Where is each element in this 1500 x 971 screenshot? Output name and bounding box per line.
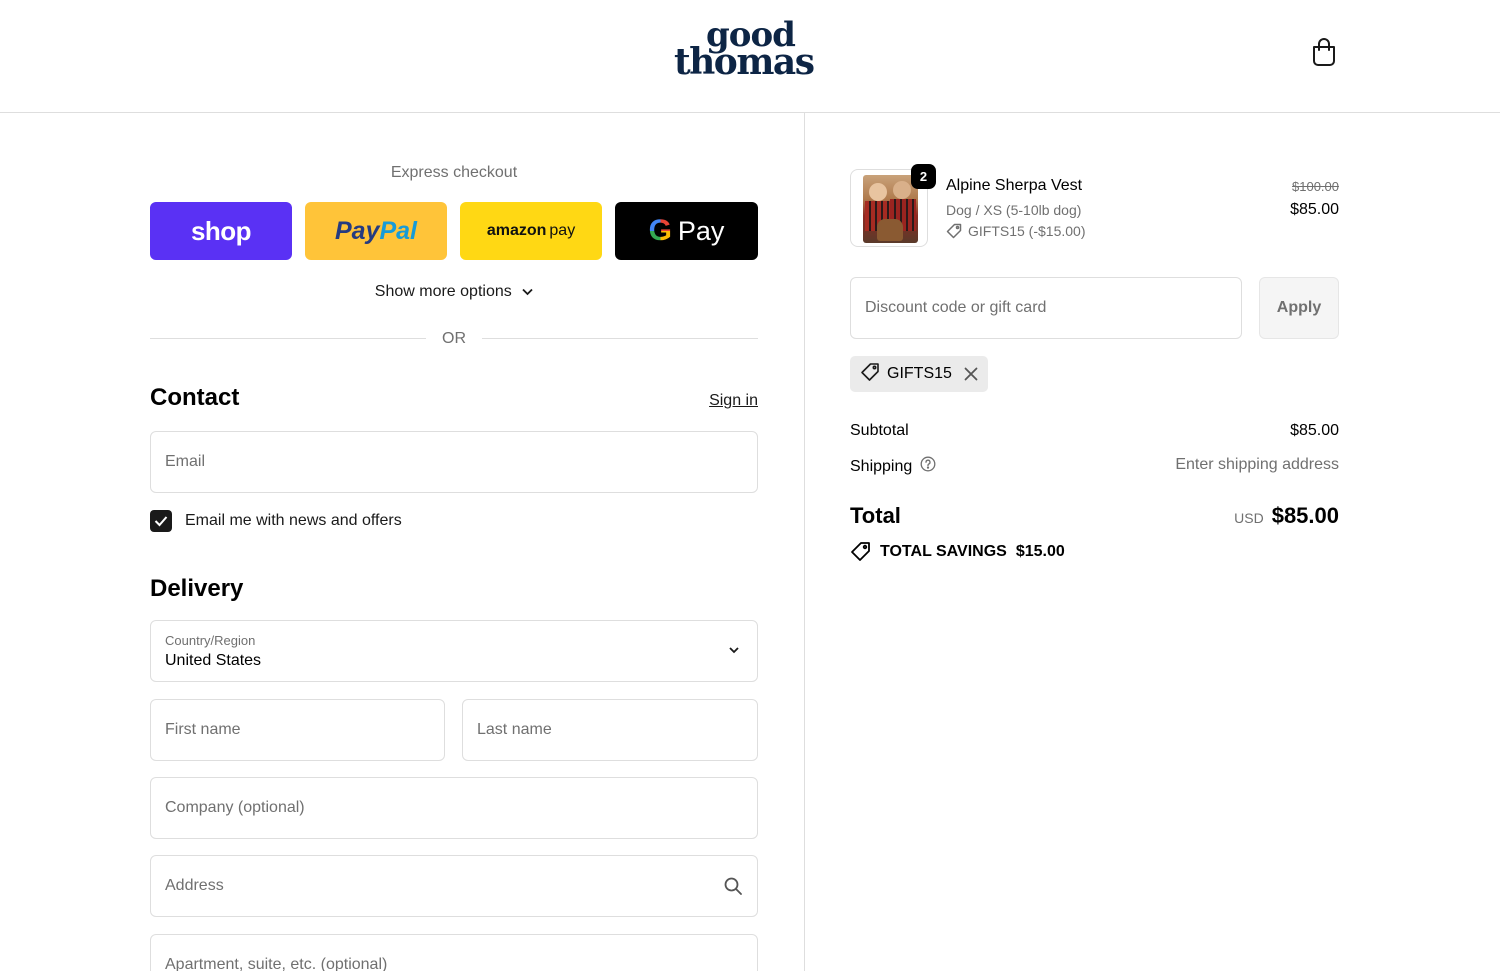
checkmark-icon <box>154 516 168 527</box>
total-savings: TOTAL SAVINGS $15.00 <box>850 541 1065 562</box>
quantity-badge: 2 <box>911 164 936 189</box>
site-header: good thomas <box>0 0 1500 113</box>
amazon-pay-label-part2: pay <box>549 222 576 239</box>
logo-text-bottom: thomas <box>674 41 815 83</box>
amazon-pay-label-part1: amazon <box>486 222 547 239</box>
close-icon[interactable] <box>964 367 978 381</box>
discount-code-field[interactable] <box>850 277 1242 339</box>
last-name-input[interactable] <box>463 700 757 760</box>
shop-pay-label: shop <box>190 215 252 246</box>
tag-icon <box>851 542 870 561</box>
apartment-field[interactable] <box>150 934 758 971</box>
google-pay-button[interactable]: G Pay <box>615 202 758 260</box>
product-image <box>863 175 918 243</box>
help-icon[interactable] <box>920 456 936 477</box>
total-savings-label: TOTAL SAVINGS <box>880 542 1007 560</box>
total-amount: $85.00 <box>1271 503 1339 528</box>
total-label: Total <box>850 503 901 528</box>
first-name-field[interactable] <box>150 699 445 761</box>
apartment-input[interactable] <box>151 935 757 971</box>
or-divider: OR <box>150 329 758 349</box>
email-field[interactable] <box>150 431 758 493</box>
shop-pay-button[interactable]: shop <box>150 202 292 260</box>
product-variant: Dog / XS (5-10lb dog) <box>946 202 1082 218</box>
product-discount: GIFTS15 (-$15.00) <box>946 223 1086 239</box>
shipping-row: Shipping <box>850 456 936 477</box>
order-summary: Alpine Sherpa Vest Dog / XS (5-10lb dog)… <box>850 113 1339 971</box>
total-value: USD $85.00 <box>1234 503 1339 529</box>
company-input[interactable] <box>151 778 757 838</box>
shopping-bag-icon[interactable] <box>1308 36 1340 68</box>
product-name: Alpine Sherpa Vest <box>946 177 1083 194</box>
country-select-label: Country/Region <box>165 633 256 648</box>
discount-code-input[interactable] <box>851 278 1241 338</box>
google-g-icon: G <box>648 214 672 247</box>
address-field[interactable] <box>150 855 758 917</box>
total-currency: USD <box>1234 510 1264 526</box>
applied-discount-chip: GIFTS15 <box>850 356 988 392</box>
subtotal-value: $85.00 <box>1290 422 1339 439</box>
first-name-input[interactable] <box>151 700 444 760</box>
sign-in-link[interactable]: Sign in <box>709 392 758 410</box>
last-name-field[interactable] <box>462 699 758 761</box>
paypal-label-part2: Pal <box>379 216 417 245</box>
show-more-options-label: Show more options <box>374 283 512 300</box>
google-pay-label: Pay <box>677 215 725 246</box>
apply-discount-button[interactable]: Apply <box>1259 277 1339 339</box>
newsletter-checkbox[interactable] <box>150 510 172 532</box>
newsletter-option[interactable]: Email me with news and offers <box>150 509 402 533</box>
applied-discount-code: GIFTS15 <box>887 365 952 382</box>
express-checkout-label: Express checkout <box>390 164 518 181</box>
column-divider <box>804 113 805 971</box>
chevron-down-icon <box>727 643 741 662</box>
brand-logo[interactable]: good thomas <box>670 16 820 86</box>
product-price: $85.00 <box>1290 201 1339 218</box>
checkout-form: Express checkout shop Pay Pal amazon pay G… <box>150 113 758 971</box>
country-select[interactable]: Country/Region United States <box>150 620 758 682</box>
or-divider-text: OR <box>442 330 466 347</box>
or-divider-line-right <box>482 338 758 339</box>
company-field[interactable] <box>150 777 758 839</box>
product-original-price: $100.00 <box>1292 179 1339 194</box>
shipping-value: Enter shipping address <box>1175 456 1339 473</box>
tag-icon <box>946 223 962 239</box>
show-more-options-link[interactable]: Show more options <box>150 283 758 301</box>
email-input[interactable] <box>151 432 757 492</box>
amazon-pay-button[interactable]: amazon pay <box>460 202 602 260</box>
paypal-button[interactable]: Pay Pal <box>305 202 447 260</box>
shipping-label: Shipping <box>850 457 913 475</box>
search-icon[interactable] <box>723 876 743 901</box>
total-savings-amount: $15.00 <box>1015 542 1065 560</box>
chevron-down-icon <box>522 285 533 299</box>
tag-icon <box>860 362 880 387</box>
contact-heading: Contact <box>150 384 240 411</box>
address-input[interactable] <box>151 856 757 916</box>
subtotal-label: Subtotal <box>850 422 909 439</box>
newsletter-label: Email me with news and offers <box>185 512 402 529</box>
delivery-heading: Delivery <box>150 575 244 602</box>
country-select-value: United States <box>165 652 262 669</box>
product-discount-text: GIFTS15 (-$15.00) <box>968 223 1086 239</box>
paypal-label-part1: Pay <box>334 216 380 245</box>
